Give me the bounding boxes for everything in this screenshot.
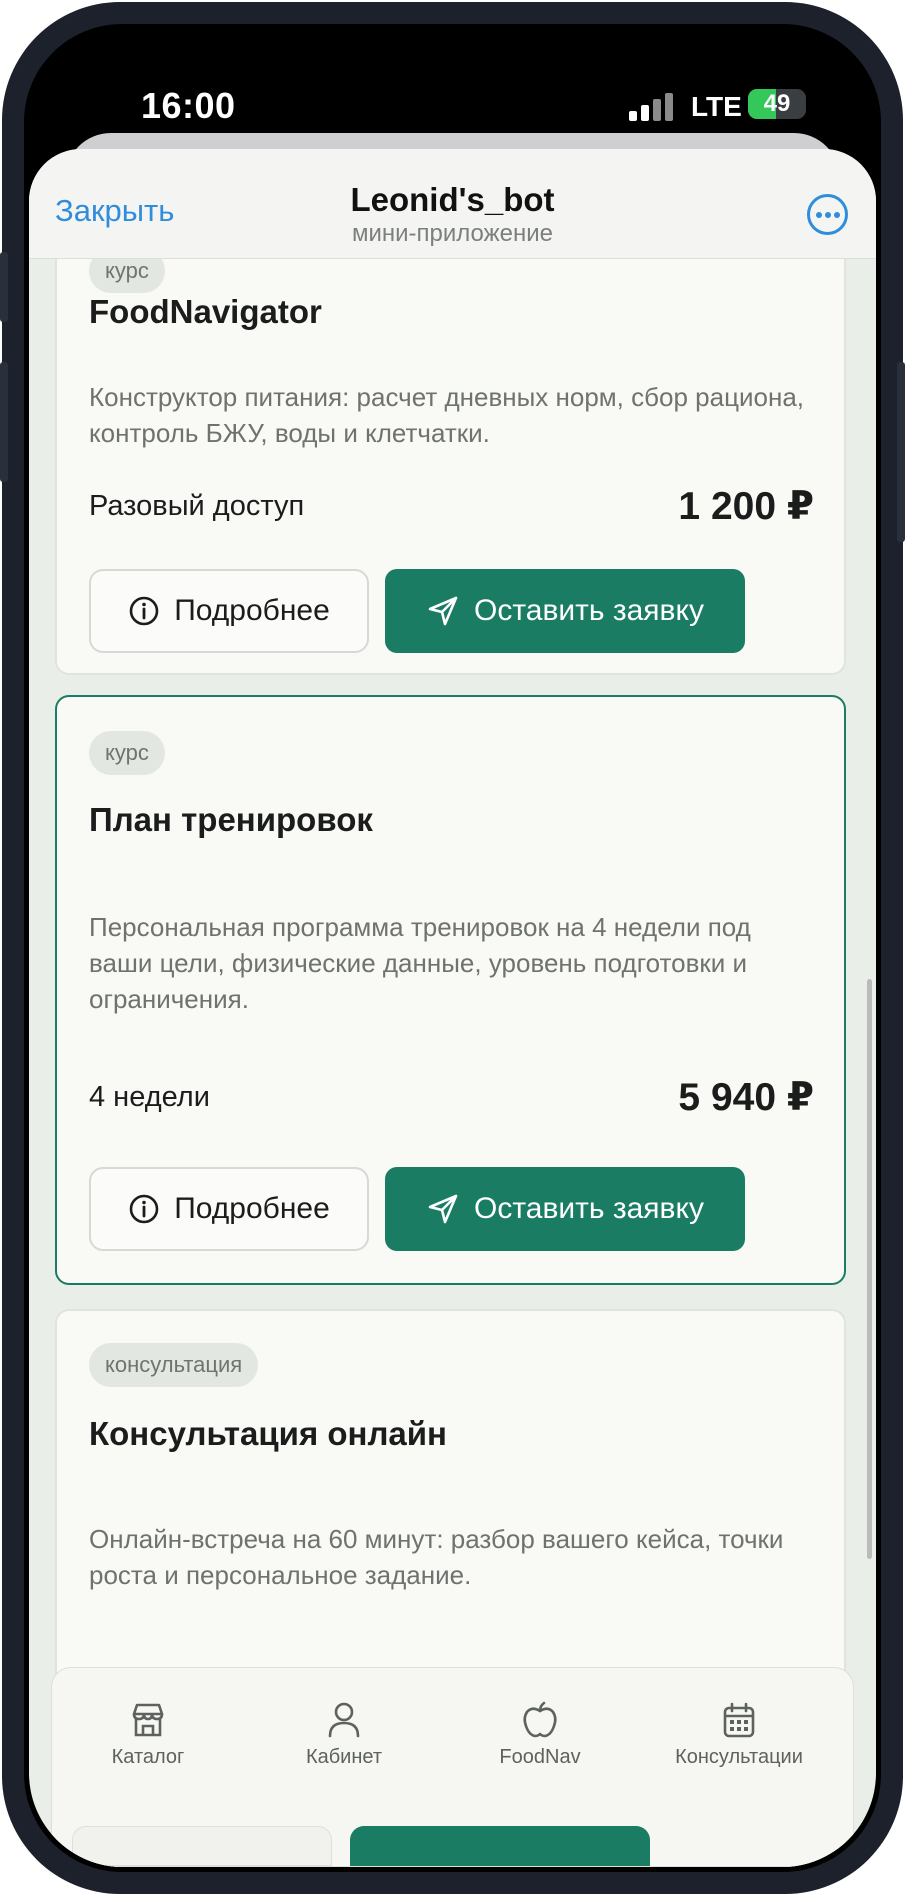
tab-label: Консультации: [675, 1745, 803, 1768]
mini-app-header: Закрыть Leonid's_bot мини-приложение: [29, 149, 876, 259]
tab-consultations[interactable]: Консультации: [649, 1694, 829, 1774]
battery-icon: 49: [748, 89, 806, 119]
product-title: Консультация онлайн: [89, 1415, 447, 1452]
tab-cabinet[interactable]: Кабинет: [254, 1694, 434, 1774]
user-icon: [328, 1702, 360, 1737]
hidden-details-button: [72, 1826, 332, 1866]
category-badge: курс: [89, 731, 165, 775]
apply-label: Оставить заявку: [474, 594, 704, 627]
bot-subtitle: мини-приложение: [351, 220, 554, 247]
bot-title: Leonid's_bot: [350, 181, 555, 218]
tab-label: Кабинет: [305, 1745, 383, 1768]
catalog-scroll[interactable]: курс FoodNavigator Конструктор питания: …: [29, 259, 876, 1867]
side-button: [0, 252, 8, 322]
scrollbar[interactable]: [867, 979, 872, 1559]
phone-frame: 16:00 LTE 49 Закрыть Leonid's_bot мини-п…: [0, 2, 905, 1894]
product-term: 4 недели: [89, 1081, 210, 1113]
apply-button[interactable]: Оставить заявку: [385, 569, 745, 653]
details-button[interactable]: Подробнее: [89, 1167, 369, 1251]
product-card: курс План тренировок Персональная програ…: [55, 695, 846, 1285]
category-badge: консультация: [89, 1343, 259, 1387]
apple-icon: [523, 1701, 557, 1737]
info-icon: [129, 1194, 159, 1224]
product-title: План тренировок: [89, 801, 373, 838]
bottom-tab-bar: Каталог Кабинет FoodNav Консультации: [51, 1667, 854, 1867]
battery-percent: 49: [763, 90, 791, 117]
mini-app-sheet: Закрыть Leonid's_bot мини-приложение кур…: [29, 149, 876, 1867]
send-icon: [428, 1194, 458, 1224]
category-badge: курс: [89, 259, 165, 293]
tab-catalog[interactable]: Каталог: [58, 1694, 238, 1774]
product-card: курс FoodNavigator Конструктор питания: …: [55, 259, 846, 675]
tab-foodnav[interactable]: FoodNav: [450, 1694, 630, 1774]
product-description: Конструктор питания: расчет дневных норм…: [89, 382, 804, 448]
apply-label: Оставить заявку: [474, 1192, 704, 1225]
side-button: [0, 362, 8, 482]
more-dots-icon: [834, 212, 840, 218]
more-dots-icon: [816, 212, 822, 218]
product-term: Разовый доступ: [89, 490, 305, 522]
send-icon: [428, 596, 458, 626]
details-label: Подробнее: [174, 594, 330, 627]
side-button: [897, 362, 905, 542]
status-time: 16:00: [141, 85, 236, 126]
tab-label: Каталог: [111, 1745, 185, 1768]
more-options-button[interactable]: [807, 194, 848, 235]
product-price: 5 940 ₽: [678, 1076, 814, 1119]
details-button[interactable]: Подробнее: [89, 569, 369, 653]
hidden-apply-button: [350, 1826, 650, 1866]
screen: 16:00 LTE 49 Закрыть Leonid's_bot мини-п…: [29, 29, 876, 1867]
signal-icon: [629, 93, 673, 121]
product-title: FoodNavigator: [89, 293, 322, 330]
calendar-icon: [723, 1702, 755, 1737]
product-price: 1 200 ₽: [678, 485, 814, 528]
bezel: 16:00 LTE 49 Закрыть Leonid's_bot мини-п…: [24, 24, 881, 1872]
network-type: LTE: [691, 91, 742, 122]
tab-label: FoodNav: [499, 1745, 581, 1768]
product-description: Персональная программа тренировок на 4 н…: [89, 912, 751, 1014]
product-description: Онлайн-встреча на 60 минут: разбор вашег…: [89, 1524, 784, 1590]
more-dots-icon: [825, 212, 831, 218]
store-icon: [132, 1703, 164, 1736]
apply-button[interactable]: Оставить заявку: [385, 1167, 745, 1251]
details-label: Подробнее: [174, 1192, 330, 1225]
info-icon: [129, 596, 159, 626]
